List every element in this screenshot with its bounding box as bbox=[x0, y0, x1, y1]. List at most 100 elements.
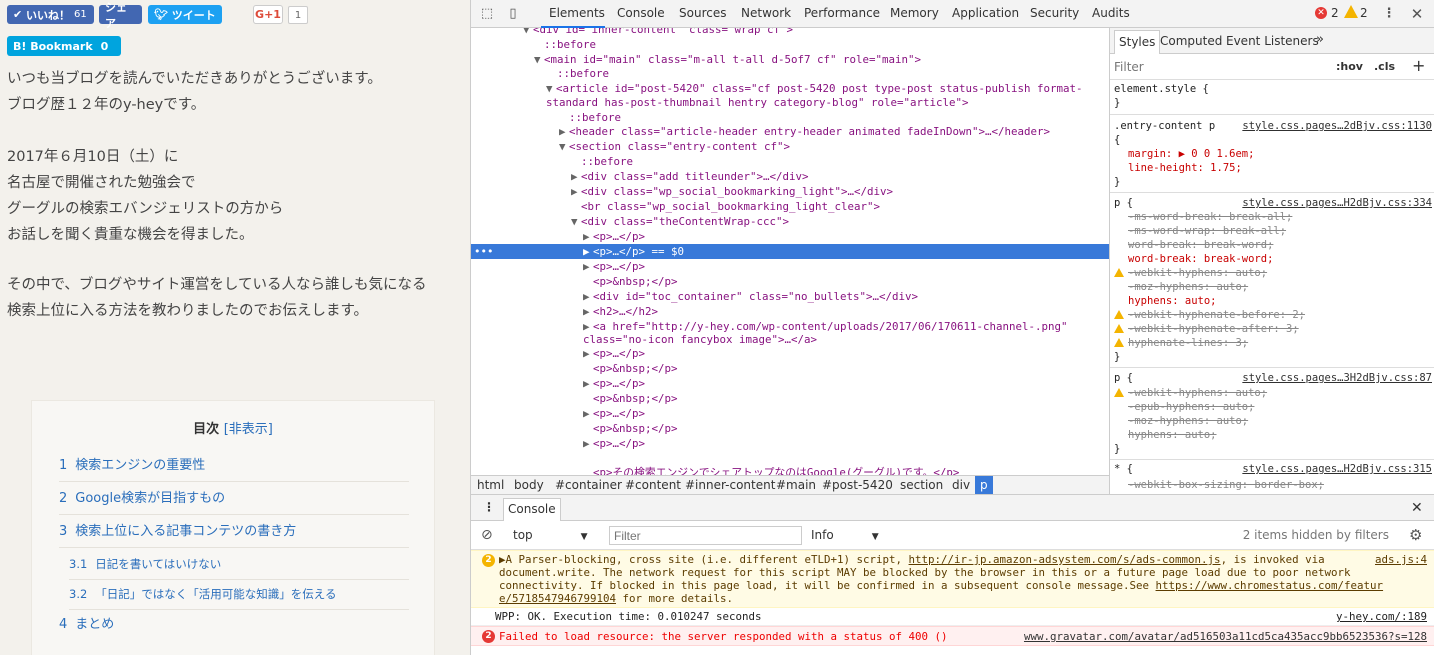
tab-console[interactable]: Console bbox=[617, 6, 665, 20]
dom-node[interactable]: ▶ <p>…</p> bbox=[471, 406, 1109, 421]
dom-node[interactable]: ::before bbox=[471, 154, 1109, 169]
css-property-overridden[interactable]: -ms-word-break: break-all; bbox=[1114, 210, 1432, 224]
css-property-invalid[interactable]: -webkit-hyphens: auto; bbox=[1114, 386, 1432, 400]
tab-network[interactable]: Network bbox=[741, 6, 791, 20]
breadcrumb-item[interactable]: #post-5420 bbox=[822, 478, 893, 492]
dom-node[interactable]: ▶ <p>…</p> bbox=[471, 436, 1109, 451]
breadcrumb-item-selected[interactable]: p bbox=[975, 476, 993, 494]
dom-node[interactable]: ▼ <main id="main" class="m-all t-all d-5o… bbox=[471, 52, 1109, 67]
css-source-link[interactable]: style.css.pages…2dBjv.css:1130 bbox=[1242, 119, 1432, 133]
css-property-invalid[interactable]: hyphenate-lines: 3; bbox=[1114, 336, 1432, 350]
warning-icon[interactable] bbox=[1344, 5, 1358, 18]
toc-item[interactable]: 2 Google検索が目指すもの bbox=[59, 484, 409, 515]
dom-node[interactable]: ▶ <div id="toc_container" class="no_bulle… bbox=[471, 289, 1109, 304]
breadcrumb-item[interactable]: body bbox=[514, 478, 544, 492]
dom-node[interactable]: ▼ <section class="entry-content cf"> bbox=[471, 139, 1109, 154]
css-property-overridden[interactable]: -moz-hyphens: auto; bbox=[1114, 414, 1432, 428]
toc-item[interactable]: 4 まとめ bbox=[59, 610, 409, 640]
toc-subitem[interactable]: 3.2 「日記」ではなく「活用可能な知識」を伝える bbox=[69, 579, 409, 610]
tab-sources[interactable]: Sources bbox=[679, 6, 726, 20]
dom-node[interactable]: ▶ <p>…</p> bbox=[471, 229, 1109, 244]
hatena-bookmark-button[interactable]: B! Bookmark 0 bbox=[7, 36, 121, 56]
dom-node[interactable]: ▶ <h2>…</h2> bbox=[471, 304, 1109, 319]
log-level-select[interactable]: Info ▼ bbox=[811, 528, 879, 542]
tab-computed[interactable]: Computed bbox=[1160, 34, 1222, 48]
script-link[interactable]: http://ir-jp.amazon-adsystem.com/s/ads-c… bbox=[909, 553, 1221, 566]
breadcrumb-item[interactable]: #container bbox=[555, 478, 622, 492]
css-rule-selector[interactable]: .entry-content p style.css.pages…2dBjv.cs… bbox=[1114, 119, 1432, 133]
css-source-link[interactable]: style.css.pages…H2dBjv.css:334 bbox=[1242, 196, 1432, 210]
css-property[interactable]: word-break: break-word; bbox=[1114, 252, 1432, 266]
hover-toggle[interactable]: :hov bbox=[1336, 60, 1363, 73]
dom-node[interactable]: ▶ <div class="add titleunder">…</div> bbox=[471, 169, 1109, 184]
console-error-message[interactable]: 2 Failed to load resource: the server re… bbox=[471, 626, 1434, 646]
styles-filter-input[interactable]: Filter bbox=[1114, 60, 1144, 74]
dom-node[interactable]: ::before bbox=[471, 66, 1109, 81]
console-log-message[interactable]: WPP: OK. Execution time: 0.010247 second… bbox=[471, 608, 1434, 626]
dom-node[interactable]: standard has-post-thumbnail hentry categ… bbox=[471, 95, 1109, 110]
css-source-link[interactable]: style.css.pages…3H2dBjv.css:87 bbox=[1242, 371, 1432, 385]
tab-performance[interactable]: Performance bbox=[804, 6, 880, 20]
dom-node[interactable]: <p>&nbsp;</p> bbox=[471, 361, 1109, 376]
tweet-button[interactable]: 🐦︎ ツイート bbox=[148, 5, 222, 24]
console-warning-message[interactable]: 2 ▶A Parser-blocking, cross site (i.e. d… bbox=[471, 550, 1434, 608]
facebook-share-button[interactable]: シェア bbox=[99, 1, 142, 30]
context-select[interactable]: top ▼ bbox=[513, 528, 588, 542]
dom-node[interactable]: ▶ <p>…</p> bbox=[471, 259, 1109, 274]
facebook-like-button[interactable]: ✔ いいね！ 61 bbox=[7, 5, 94, 24]
tab-audits[interactable]: Audits bbox=[1092, 6, 1130, 20]
dom-node[interactable]: ▼ <article id="post-5420" class="cf post-… bbox=[471, 81, 1109, 96]
toc-subitem[interactable]: 3.1 日記を書いてはいけない bbox=[69, 549, 409, 580]
css-property-invalid[interactable]: -webkit-hyphenate-before: 2; bbox=[1114, 308, 1432, 322]
tab-application[interactable]: Application bbox=[952, 6, 1019, 20]
dom-node[interactable]: <br class="wp_social_bookmarking_light_c… bbox=[471, 199, 1109, 214]
google-plus-button[interactable]: G+1 bbox=[253, 5, 283, 24]
chromestatus-link[interactable]: e/5718547946799104 bbox=[499, 592, 616, 605]
toc-toggle-link[interactable]: [非表示] bbox=[224, 422, 273, 437]
dom-node[interactable]: ▼ <div id="inner-content" class="wrap cf"… bbox=[471, 28, 1109, 37]
close-icon[interactable]: ✕ bbox=[1409, 6, 1425, 22]
error-icon[interactable]: ✕ bbox=[1315, 7, 1327, 19]
clear-console-icon[interactable]: ⊘ bbox=[481, 527, 493, 543]
dom-node[interactable]: ::before bbox=[471, 37, 1109, 52]
message-source-link[interactable]: ads.js:4 bbox=[1375, 553, 1427, 567]
css-rule-selector[interactable]: p {style.css.pages…H2dBjv.css:334 bbox=[1114, 196, 1432, 210]
tab-console-drawer[interactable]: Console bbox=[503, 498, 561, 521]
tab-styles[interactable]: Styles bbox=[1114, 30, 1161, 54]
more-tabs-icon[interactable]: » bbox=[1316, 32, 1324, 47]
dom-node[interactable]: ▶ <div class="wp_social_bookmarking_light… bbox=[471, 184, 1109, 199]
dom-node[interactable]: ▶ <p>…</p> bbox=[471, 376, 1109, 391]
breadcrumb-item[interactable]: section bbox=[900, 478, 943, 492]
css-property-overridden[interactable]: -webkit-box-sizing: border-box; bbox=[1114, 478, 1432, 492]
dom-node[interactable]: ::before bbox=[471, 110, 1109, 125]
css-rule-selector[interactable]: element.style { bbox=[1114, 82, 1432, 96]
class-toggle[interactable]: .cls bbox=[1374, 60, 1395, 73]
breadcrumb-item[interactable]: #content bbox=[625, 478, 681, 492]
css-property-invalid[interactable]: -webkit-hyphenate-after: 3; bbox=[1114, 322, 1432, 336]
css-property-overridden[interactable]: word-break: break-word; bbox=[1114, 238, 1432, 252]
css-property[interactable]: line-height: 1.75; bbox=[1114, 161, 1432, 175]
drawer-menu-icon[interactable]: ⋮ bbox=[483, 500, 495, 514]
breadcrumb-item[interactable]: #inner-content bbox=[685, 478, 775, 492]
breadcrumb-item[interactable]: html bbox=[477, 478, 504, 492]
breadcrumb-item[interactable]: div bbox=[952, 478, 970, 492]
toc-item[interactable]: 1 検索エンジンの重要性 bbox=[59, 451, 409, 482]
tab-elements[interactable]: Elements bbox=[549, 6, 605, 20]
tab-memory[interactable]: Memory bbox=[890, 6, 939, 20]
inspect-element-icon[interactable]: ⬚ bbox=[479, 6, 495, 22]
toc-item[interactable]: 3 検索上位に入る記事コンテツの書き方 bbox=[59, 517, 409, 548]
dom-node[interactable]: <p>&nbsp;</p> bbox=[471, 421, 1109, 436]
breadcrumb-item[interactable]: #main bbox=[776, 478, 816, 492]
close-drawer-icon[interactable]: ✕ bbox=[1411, 500, 1423, 516]
dom-node-selected[interactable]: ••• ▶ <p>…</p> == $0 bbox=[471, 244, 1109, 259]
new-rule-button[interactable]: + bbox=[1412, 56, 1425, 75]
css-rule-selector[interactable]: * {style.css.pages…H2dBjv.css:315 bbox=[1114, 462, 1432, 476]
css-rule-selector[interactable]: p {style.css.pages…3H2dBjv.css:87 bbox=[1114, 371, 1432, 385]
message-source-link[interactable]: www.gravatar.com/avatar/ad516503a11cd5ca… bbox=[1024, 630, 1427, 644]
css-source-link[interactable]: style.css.pages…H2dBjv.css:315 bbox=[1242, 462, 1432, 476]
dom-node[interactable]: class="no-icon fancybox image">…</a> bbox=[471, 332, 1109, 347]
dom-node[interactable]: <p>&nbsp;</p> bbox=[471, 391, 1109, 406]
dom-node[interactable]: ▶ <p>…</p> bbox=[471, 346, 1109, 361]
css-property-invalid[interactable]: -webkit-hyphens: auto; bbox=[1114, 266, 1432, 280]
more-dots-icon[interactable]: ••• bbox=[474, 244, 494, 259]
